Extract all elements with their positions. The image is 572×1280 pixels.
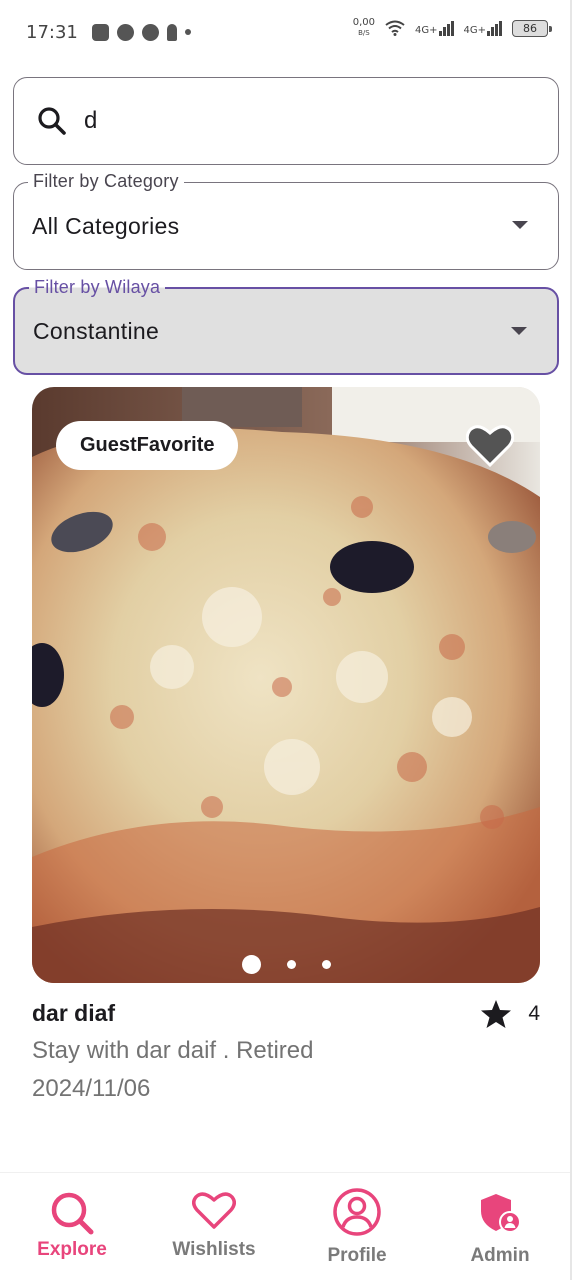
carousel-indicator [32,955,540,974]
chat-notification-icon [116,23,134,41]
heart-icon [192,1192,236,1229]
status-indicators: 0,00 B/S 4G+ 4G+ 86 [353,18,552,38]
wifi-icon [385,20,405,36]
search-field[interactable] [13,77,559,165]
battery-level: 86 [523,21,537,35]
listing-date: 2024/11/06 [32,1075,151,1102]
category-filter-label: Filter by Category [28,171,184,192]
status-time: 17:31 [26,21,78,43]
nav-label-wishlists: Wishlists [172,1239,256,1260]
more-notifications-icon [184,29,191,35]
nav-item-admin[interactable]: Admin [458,1193,542,1267]
bottom-navigation: Explore Wishlists Profile Admin [0,1172,572,1280]
wilaya-filter-label: Filter by Wilaya [29,277,166,298]
carousel-dot[interactable] [321,960,331,969]
search-input[interactable] [84,107,524,135]
network-speed-value: 0,00 [352,17,375,28]
messenger-notification-icon [141,23,159,41]
signal-type-2: 4G+ [463,24,487,36]
category-filter-dropdown[interactable]: Filter by Category All Categories [13,171,559,270]
favorite-heart-icon[interactable] [466,423,514,467]
nav-label-profile: Profile [327,1245,387,1266]
guest-favorite-badge: GuestFavorite [56,421,239,470]
nav-item-wishlists[interactable]: Wishlists [166,1191,262,1261]
battery-icon: 86 [512,19,552,37]
listing-image-carousel[interactable]: GuestFavorite [32,387,540,983]
star-icon [481,1000,512,1028]
mail-notification-icon [91,23,109,41]
listing-rating: 4 [480,999,540,1029]
signal-bars-icon [487,20,502,36]
notification-icons [91,23,191,41]
network-speed-unit: B/S [358,29,370,37]
wilaya-filter-dropdown[interactable]: Filter by Wilaya Constantine [13,277,559,375]
network-speed: 0,00 B/S [353,18,375,38]
admin-shield-icon [481,1194,521,1233]
person-icon [333,1188,381,1236]
dropdown-arrow-icon [511,327,527,335]
carousel-dot[interactable] [286,960,296,969]
listing-description: Stay with dar daif . Retired [32,1037,314,1064]
search-icon [38,107,66,135]
listing-title[interactable]: dar diaf [32,1000,115,1027]
nav-label-admin: Admin [470,1245,530,1266]
listing-photo [32,387,540,983]
signal-bars-icon [438,20,454,36]
nav-item-profile[interactable]: Profile [310,1187,404,1267]
keyhole-notification-icon [166,23,177,41]
nav-label-explore: Explore [37,1239,107,1260]
rating-value: 4 [528,1002,540,1025]
wilaya-filter-value: Constantine [33,317,160,344]
dropdown-arrow-icon [512,221,528,229]
nav-item-explore[interactable]: Explore [24,1191,120,1261]
carousel-dot[interactable] [241,955,261,974]
signal-type-1: 4G+ [415,24,438,36]
signal-sim-2: 4G+ [463,20,502,36]
status-bar: 17:31 0,00 B/S 4G+ 4G+ 86 [0,0,572,64]
search-icon [51,1192,94,1235]
category-filter-value: All Categories [32,212,180,239]
signal-sim-1: 4G+ [415,20,454,36]
